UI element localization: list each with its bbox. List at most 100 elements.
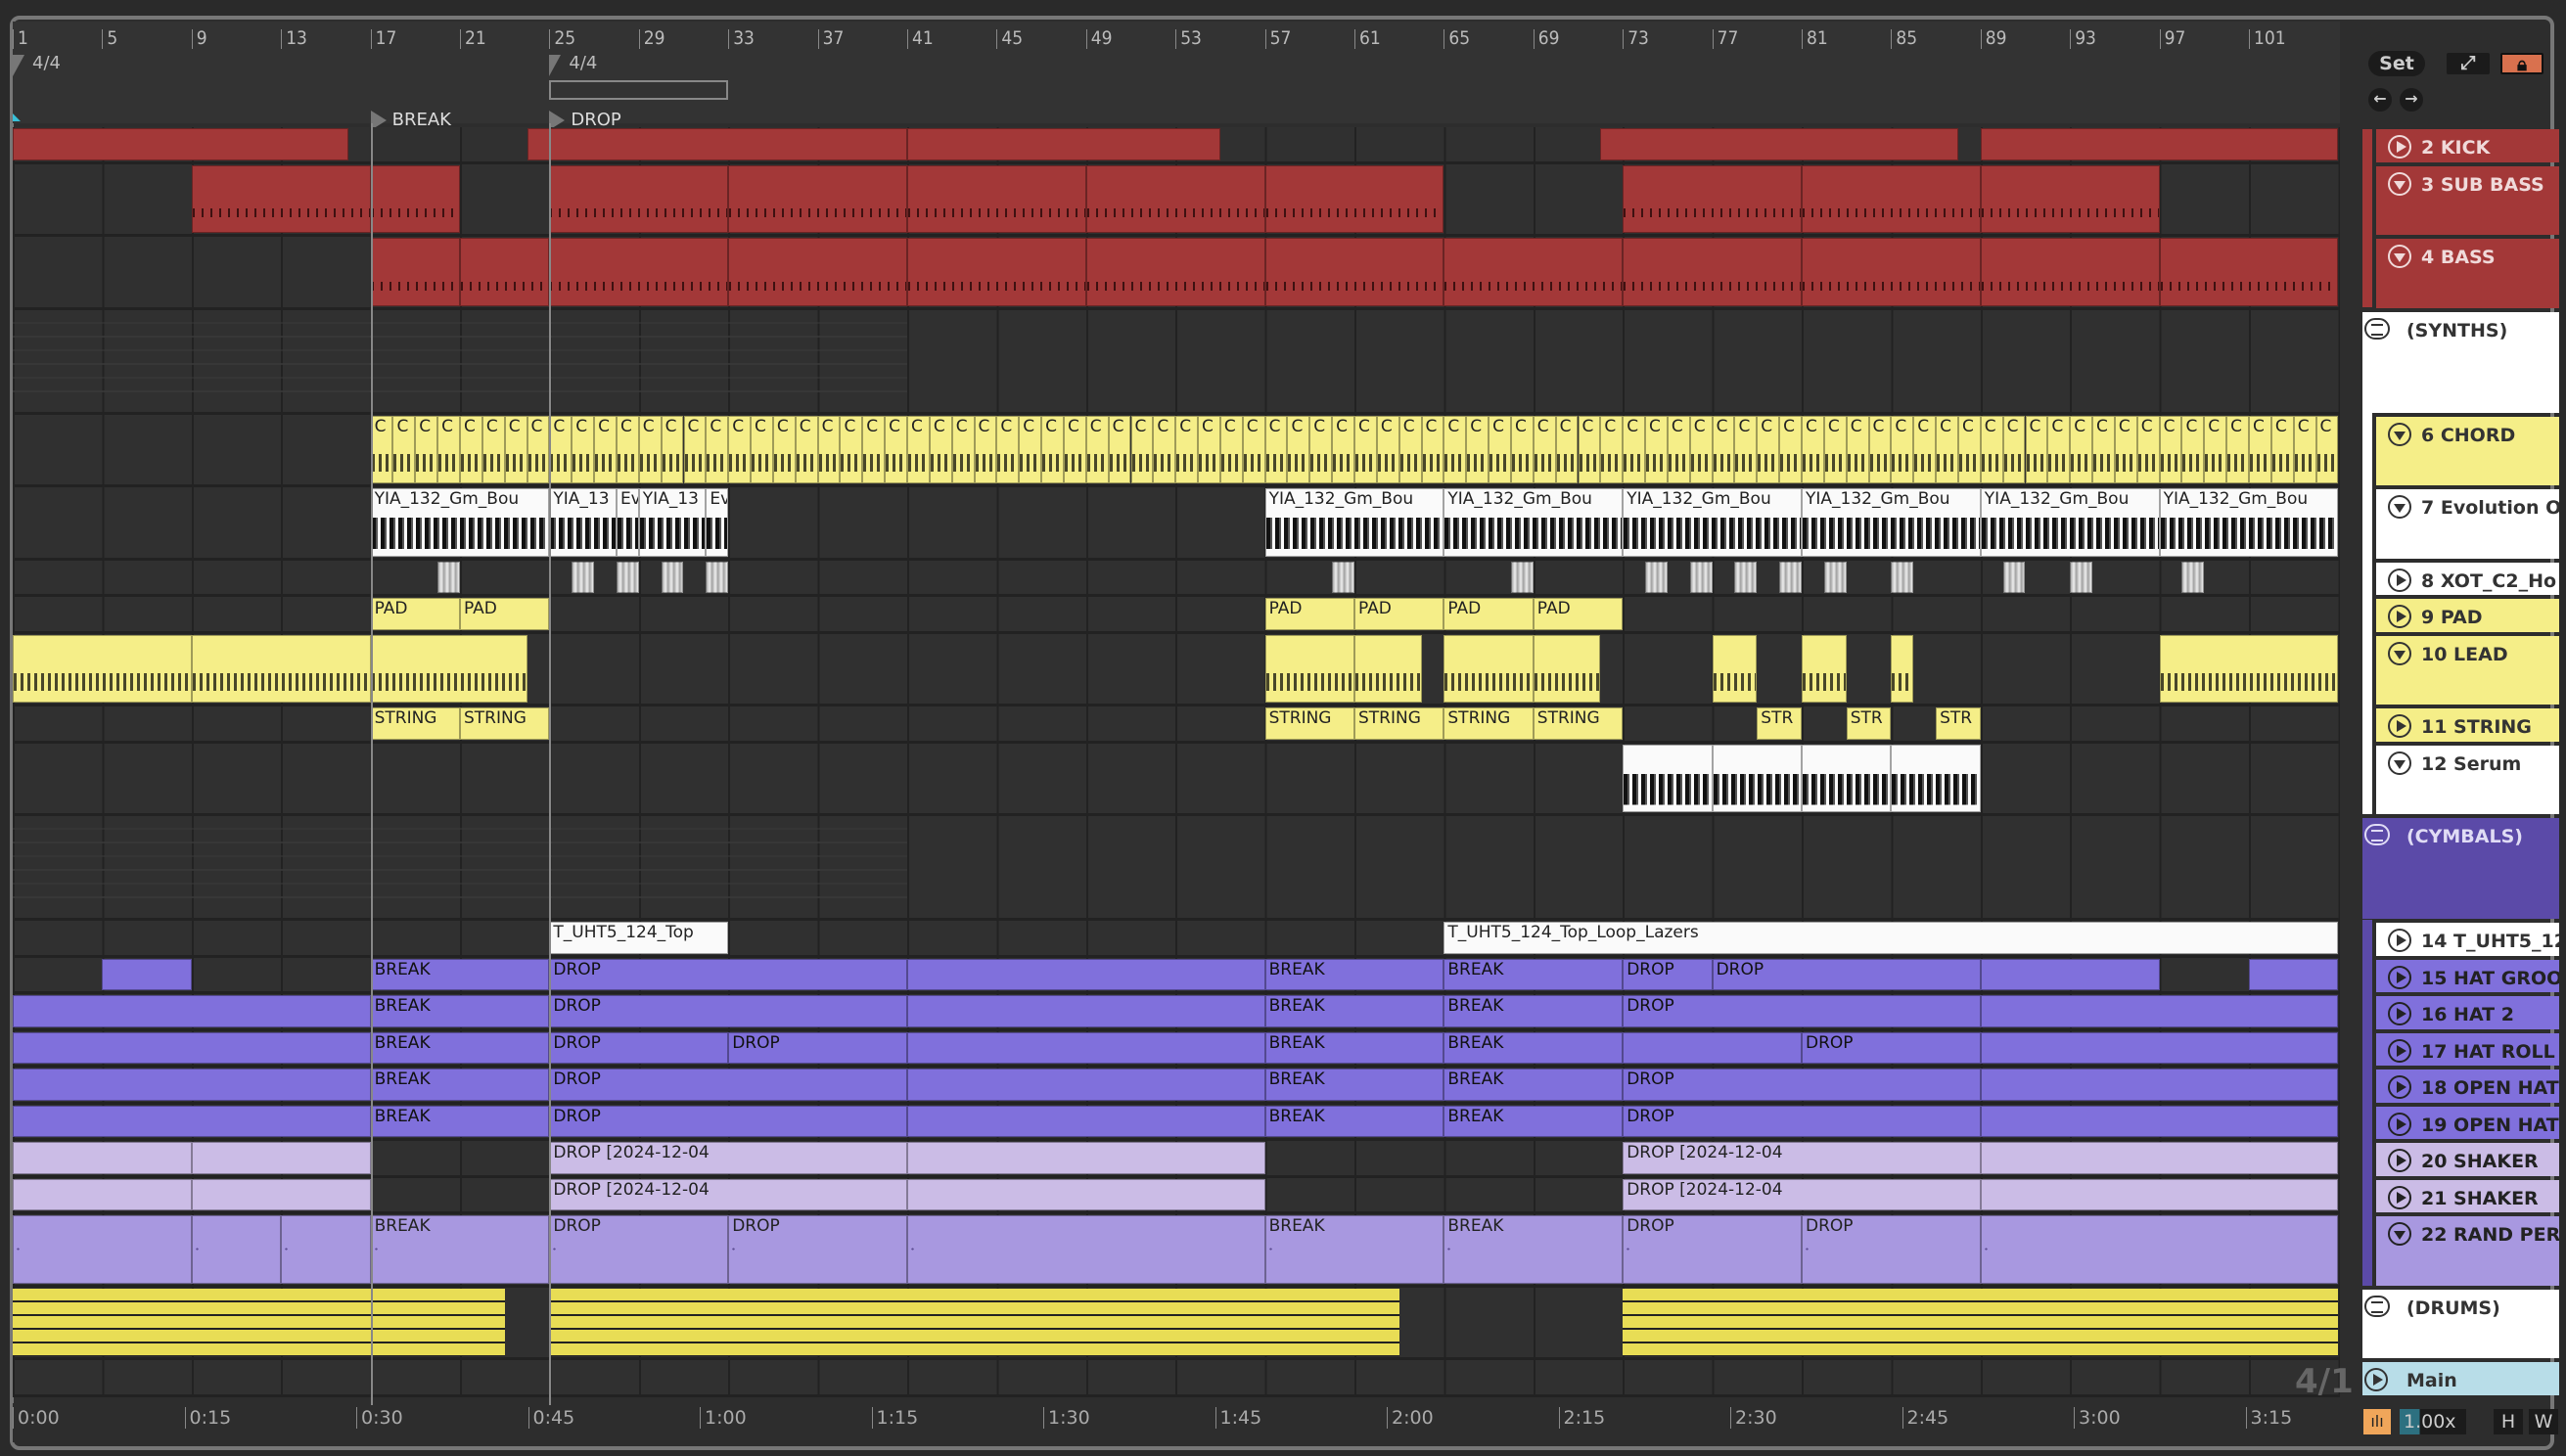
clip[interactable]: C (795, 415, 818, 483)
play-icon[interactable] (2388, 1185, 2411, 1209)
play-icon[interactable] (2388, 714, 2411, 738)
fit-height-button[interactable]: H (2494, 1409, 2523, 1434)
clip[interactable] (1645, 561, 1668, 593)
track-lane[interactable] (13, 633, 2340, 706)
clip[interactable]: DROP (1623, 1069, 1981, 1101)
clip[interactable]: C (1846, 415, 1869, 483)
clip[interactable] (1980, 1105, 2339, 1137)
clip[interactable]: DROP (1623, 958, 1713, 990)
clip[interactable]: C (661, 415, 684, 483)
track-lane[interactable]: BREAK DROP BREAK BREAK DROP DROP (13, 957, 2340, 994)
clip[interactable]: C (929, 415, 952, 483)
clip[interactable]: C (616, 415, 639, 483)
clip[interactable] (13, 1105, 371, 1137)
clip[interactable]: PAD (1264, 598, 1354, 630)
clip[interactable]: BREAK (1443, 1215, 1624, 1284)
clip[interactable]: DROP (1623, 1105, 1981, 1137)
clip[interactable]: C (1645, 415, 1668, 483)
clip[interactable]: C (2136, 415, 2160, 483)
fold-icon[interactable] (2388, 422, 2411, 446)
playhead-start-marker[interactable] (13, 114, 21, 121)
fit-width-button[interactable]: W (2529, 1409, 2558, 1434)
clip[interactable] (907, 128, 1220, 160)
clip[interactable]: C (1398, 415, 1422, 483)
clip[interactable]: STRING (1443, 707, 1534, 740)
lock-icon[interactable]: 🔒︎ (2500, 53, 2543, 74)
clip[interactable]: C (1466, 415, 1489, 483)
track-header[interactable]: 22 RAND PERC (2376, 1216, 2559, 1286)
clip[interactable]: DROP (728, 1215, 907, 1284)
clip[interactable]: C (481, 415, 505, 483)
clip[interactable]: T_UHT5_124_Top_Loop_Lazers (1443, 922, 2339, 954)
clip[interactable]: C (1175, 415, 1199, 483)
clip[interactable]: BREAK (1264, 958, 1444, 990)
clip[interactable]: PAD (1443, 598, 1534, 630)
clip[interactable]: STR (1846, 707, 1892, 740)
track-lane[interactable]: BREAK DROP BREAK BREAK DROP (13, 994, 2340, 1031)
track-header[interactable]: (SYNTHS) (2362, 311, 2559, 413)
clip[interactable] (728, 164, 907, 233)
clip[interactable] (549, 238, 729, 306)
clip[interactable] (2070, 561, 2093, 593)
set-button[interactable]: Set (2368, 51, 2425, 76)
clip[interactable] (1443, 634, 1534, 703)
clip[interactable]: C (1600, 415, 1624, 483)
track-lane[interactable] (13, 127, 2340, 164)
play-icon[interactable] (2364, 1368, 2388, 1391)
clip[interactable] (2181, 561, 2205, 593)
clip[interactable]: DROP [2024-12-04 (549, 1178, 907, 1210)
clip[interactable]: C (1510, 415, 1534, 483)
clip[interactable]: PAD (460, 598, 550, 630)
track-lane[interactable]: BREAK DROP BREAK BREAK DROP (13, 1068, 2340, 1105)
clip[interactable] (1734, 561, 1758, 593)
clip[interactable]: YIA_132_Gm_Bou (1802, 488, 1981, 557)
clip[interactable] (907, 995, 1265, 1027)
track-header[interactable]: 3 SUB BASS (2376, 165, 2559, 235)
track-header[interactable]: 6 CHORD (2376, 416, 2559, 485)
track-lane[interactable]: PAD PAD PAD PAD PAD PAD (13, 597, 2340, 634)
fold-icon[interactable] (2388, 1222, 2411, 1246)
clip[interactable] (549, 1288, 907, 1356)
fold-icon[interactable] (2388, 751, 2411, 775)
clip[interactable]: BREAK (370, 995, 550, 1027)
track-header[interactable]: 9 PAD (2376, 599, 2559, 632)
fold-icon[interactable] (2388, 171, 2411, 196)
clip[interactable] (191, 1142, 371, 1174)
clip[interactable]: C (683, 415, 707, 483)
clip[interactable]: BREAK (370, 958, 550, 990)
clip[interactable]: STRING (1354, 707, 1444, 740)
track-header[interactable]: 20 SHAKER (2376, 1143, 2559, 1176)
clip[interactable] (1823, 561, 1847, 593)
clip[interactable] (907, 1142, 1265, 1174)
clip[interactable]: C (1957, 415, 1981, 483)
play-icon[interactable] (2388, 1002, 2411, 1025)
clip[interactable] (1623, 164, 1802, 233)
clip[interactable] (1712, 634, 1758, 703)
track-header[interactable]: 19 OPEN HAT L (2376, 1106, 2559, 1139)
clip[interactable]: C (1980, 415, 2003, 483)
clip[interactable] (1891, 634, 1914, 703)
clip[interactable]: C (504, 415, 527, 483)
track-header[interactable]: (DRUMS) (2362, 1289, 2559, 1358)
clip[interactable]: C (840, 415, 863, 483)
clip[interactable]: DROP [2024-12-04 (549, 1142, 907, 1174)
clip[interactable]: YIA_132_Gm_Bou (2159, 488, 2339, 557)
clip[interactable] (2249, 958, 2339, 990)
clip[interactable] (1891, 744, 1981, 812)
clip[interactable]: C (1734, 415, 1758, 483)
clip[interactable]: C (1063, 415, 1086, 483)
clip[interactable] (370, 634, 527, 703)
clip[interactable] (191, 634, 371, 703)
group-icon[interactable] (2364, 317, 2390, 340)
clip[interactable]: BREAK (370, 1215, 550, 1284)
track-header[interactable]: (CYMBALS) (2362, 818, 2559, 919)
clip[interactable] (1980, 128, 2339, 160)
clip[interactable] (2159, 634, 2339, 703)
play-icon[interactable] (2388, 135, 2411, 159)
clip[interactable] (907, 958, 1265, 990)
clip[interactable]: STRING (370, 707, 460, 740)
clip[interactable] (191, 1178, 371, 1210)
track-lane[interactable]: DROP [2024-12-04 DROP [2024-12-04 (13, 1141, 2340, 1178)
track-header[interactable]: 2 KICK (2376, 129, 2559, 162)
clip[interactable]: DROP (1802, 1215, 1981, 1284)
